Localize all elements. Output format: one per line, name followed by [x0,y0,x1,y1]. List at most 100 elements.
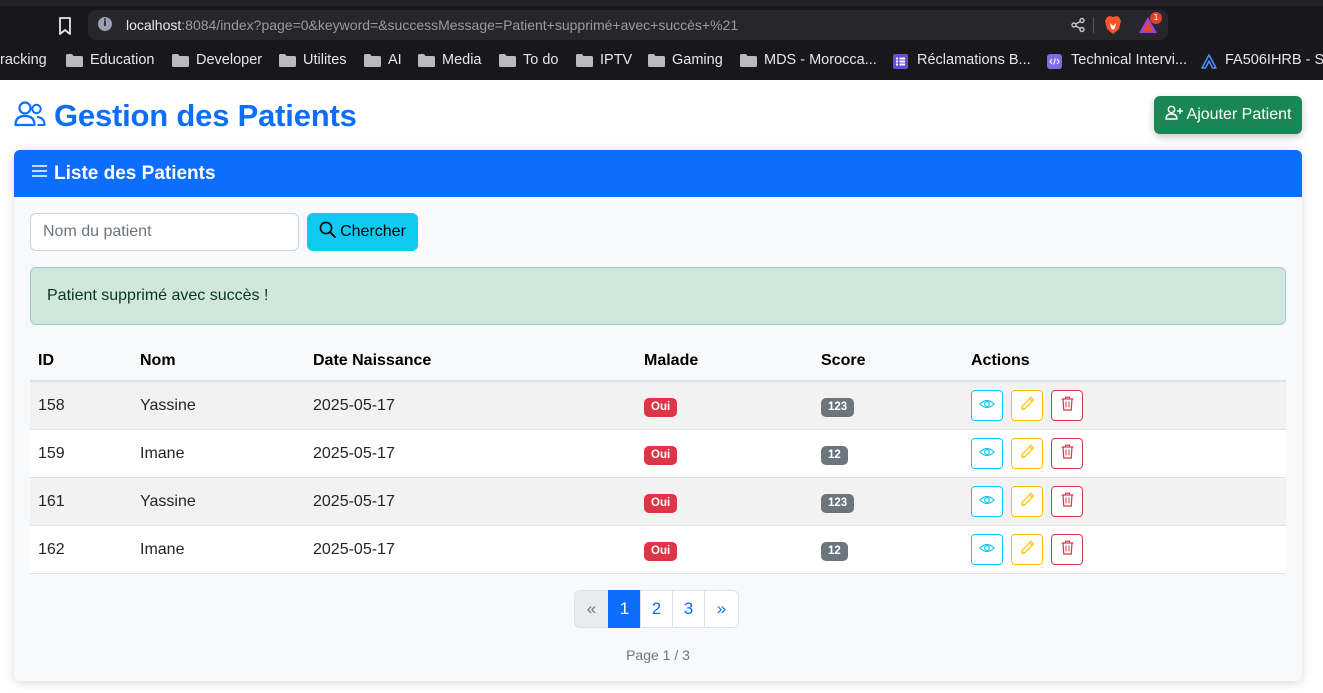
delete-button[interactable] [1051,534,1083,565]
url-text[interactable]: localhost:8084/index?page=0&keyword=&suc… [126,17,738,33]
bookmark-folder[interactable]: AI [364,50,402,70]
table-row: 158 Yassine 2025-05-17 Oui 123 [30,382,1286,430]
pagination: « 1 2 3 » [574,590,739,628]
column-header-actions: Actions [971,352,1030,369]
cell-date: 2025-05-17 [313,397,395,414]
cell-nom: Yassine [140,397,196,414]
pencil-icon [1020,444,1035,464]
bookmark-folder[interactable]: Education [66,50,155,70]
folder-icon [364,53,381,67]
bookmark-item[interactable]: Réclamations B... [893,50,1031,70]
card-title: Liste des Patients [54,162,216,184]
delete-button[interactable] [1051,486,1083,517]
url-separator [1093,17,1094,33]
bookmarks-bar: racking Education Developer Utilites AI … [0,46,1323,74]
pagination-next[interactable]: » [704,590,739,628]
pagination-prev[interactable]: « [574,590,609,628]
delete-button[interactable] [1051,438,1083,469]
folder-icon [279,53,296,67]
pagination-page-1[interactable]: 1 [608,590,641,628]
bookmark-folder[interactable]: Media [418,50,482,70]
view-button[interactable] [971,486,1003,517]
search-icon [319,221,340,243]
list-icon [32,164,47,183]
edit-button[interactable] [1011,534,1043,565]
edit-button[interactable] [1011,390,1043,421]
pencil-icon [1020,396,1035,416]
eye-icon [979,493,995,511]
tab-strip [0,0,1323,6]
trash-icon [1061,444,1074,464]
bookmark-folder[interactable]: MDS - Morocca... [740,50,877,70]
bookmark-folder[interactable]: Gaming [648,50,723,70]
alert-message: Patient supprimé avec succès ! [47,287,269,304]
cell-date: 2025-05-17 [313,445,395,462]
add-patient-button[interactable]: Ajouter Patient [1154,96,1302,134]
edit-button[interactable] [1011,486,1043,517]
rewards-count-badge: 1 [1150,12,1162,24]
bookmark-folder[interactable]: To do [499,50,558,70]
add-patient-label: Ajouter Patient [1186,106,1292,123]
column-header-score: Score [821,352,866,369]
cell-date: 2025-05-17 [313,493,395,510]
list-icon [893,53,910,69]
trash-icon [1061,540,1074,560]
search-input[interactable] [30,213,299,251]
cell-nom: Imane [140,445,185,462]
delete-button[interactable] [1051,390,1083,421]
table-row: 162 Imane 2025-05-17 Oui 12 [30,526,1286,574]
malade-badge: Oui [644,494,678,513]
bookmark-page-icon[interactable] [54,15,76,37]
patients-card: Liste des Patients Chercher Patient supp… [14,150,1302,681]
edit-button[interactable] [1011,438,1043,469]
malade-badge: Oui [644,542,678,561]
site-info-icon[interactable]: i [98,17,112,31]
cell-id: 162 [38,541,65,558]
cell-id: 159 [38,445,65,462]
bookmark-folder[interactable]: IPTV [576,50,632,70]
folder-icon [172,53,189,67]
column-header-nom: Nom [140,352,176,369]
view-button[interactable] [971,390,1003,421]
cell-id: 158 [38,397,65,414]
bookmark-folder[interactable]: Utilites [279,50,347,70]
malade-badge: Oui [644,398,678,417]
search-button[interactable]: Chercher [307,213,418,251]
pencil-icon [1020,540,1035,560]
score-badge: 12 [821,446,848,465]
column-header-date: Date Naissance [313,352,432,369]
pagination-page-2[interactable]: 2 [640,590,673,628]
malade-badge: Oui [644,446,678,465]
eye-icon [979,541,995,559]
cell-nom: Imane [140,541,185,558]
table-header: ID Nom Date Naissance Malade Score Actio… [30,337,1286,382]
code-icon [1047,53,1064,69]
bookmark-item[interactable]: racking [0,50,47,70]
pencil-icon [1020,492,1035,512]
view-button[interactable] [971,534,1003,565]
bookmark-item[interactable]: Technical Intervi... [1047,50,1187,70]
trash-icon [1061,396,1074,416]
page-title: Gestion des Patients [54,98,357,133]
view-button[interactable] [971,438,1003,469]
card-header: Liste des Patients [14,150,1302,197]
folder-icon [418,53,435,67]
cell-date: 2025-05-17 [313,541,395,558]
brave-shields-icon[interactable] [1104,15,1122,35]
address-bar[interactable]: i localhost:8084/index?page=0&keyword=&s… [88,10,1168,40]
pagination-page-3[interactable]: 3 [672,590,705,628]
score-badge: 123 [821,398,855,417]
folder-icon [576,53,593,67]
share-icon[interactable] [1070,17,1086,33]
search-button-label: Chercher [340,223,406,240]
folder-icon [740,53,757,67]
page-info: Page 1 / 3 [626,647,690,663]
column-header-malade: Malade [644,352,699,369]
eye-icon [979,445,995,463]
trash-icon [1061,492,1074,512]
browser-toolbar: i localhost:8084/index?page=0&keyword=&s… [0,0,1323,80]
bookmark-folder[interactable]: Developer [172,50,262,70]
success-alert: Patient supprimé avec succès ! [30,267,1286,325]
folder-icon [66,53,83,67]
bookmark-item[interactable]: FA506IHRB - S [1201,50,1323,70]
